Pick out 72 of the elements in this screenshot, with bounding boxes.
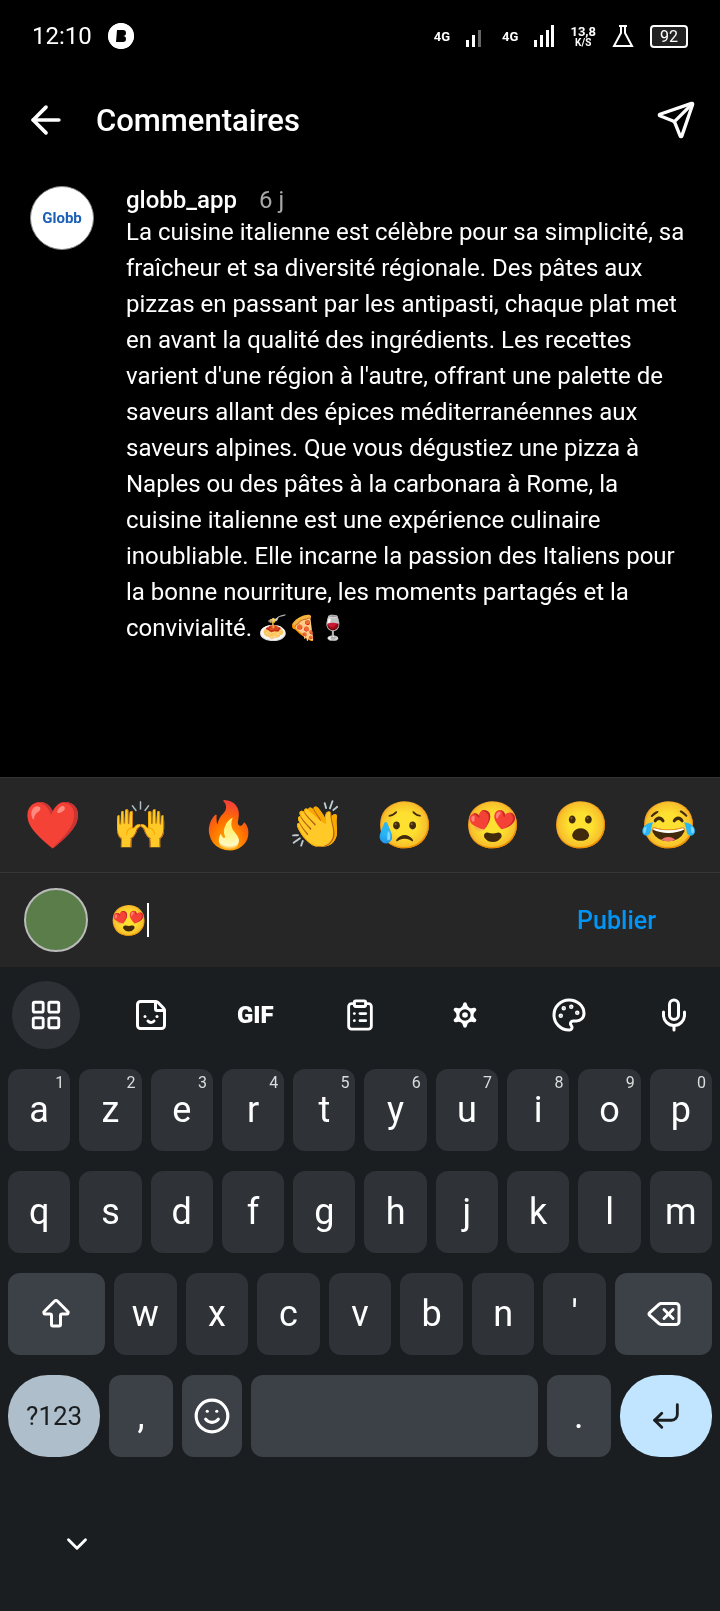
keyboard-key[interactable]: q bbox=[8, 1171, 71, 1253]
emoji-button[interactable]: 👏 bbox=[287, 798, 345, 852]
keyboard-key[interactable]: c bbox=[257, 1273, 320, 1355]
keyboard-key[interactable]: t 5 bbox=[293, 1069, 356, 1151]
smiley-icon bbox=[193, 1397, 232, 1435]
keyboard-key[interactable]: e 3 bbox=[150, 1069, 213, 1151]
network-type: 4G bbox=[502, 29, 519, 43]
keyboard-key[interactable]: x bbox=[185, 1273, 249, 1355]
keyboard-key[interactable]: y 6 bbox=[364, 1069, 427, 1151]
key-hint: 5 bbox=[340, 1073, 350, 1092]
emoji-button[interactable]: 😮 bbox=[551, 798, 609, 852]
apps-grid-icon bbox=[29, 998, 63, 1032]
keyboard-key[interactable]: j bbox=[435, 1171, 499, 1253]
keyboard-key[interactable]: h bbox=[364, 1171, 427, 1253]
gif-button[interactable]: GIF bbox=[221, 981, 290, 1049]
keyboard-key[interactable]: o 9 bbox=[578, 1069, 641, 1151]
keyboard-key[interactable]: r 4 bbox=[221, 1069, 285, 1151]
comment-input-field[interactable]: 😍 bbox=[110, 902, 556, 938]
keyboard-key[interactable]: a 1 bbox=[8, 1069, 71, 1151]
emoji-button[interactable]: 😥 bbox=[375, 798, 433, 852]
keyboard-key[interactable]: , bbox=[109, 1375, 173, 1457]
keyboard-key[interactable]: f bbox=[221, 1171, 285, 1253]
keyboard-key[interactable]: m bbox=[649, 1171, 712, 1253]
page-title: Commentaires bbox=[96, 101, 301, 139]
key-hint: 0 bbox=[696, 1073, 706, 1092]
keyboard-key[interactable]: v bbox=[328, 1273, 392, 1355]
speed-unit: K/S bbox=[575, 37, 592, 48]
publish-button[interactable]: Publier bbox=[577, 905, 696, 935]
keyboard-key[interactable]: s bbox=[79, 1171, 142, 1253]
keyboard-key[interactable]: k bbox=[507, 1171, 570, 1253]
keyboard-key[interactable]: w bbox=[114, 1273, 177, 1355]
keyboard-key[interactable]: l bbox=[578, 1171, 641, 1253]
emoji-button[interactable]: ❤ bbox=[23, 798, 81, 852]
palette-icon bbox=[551, 997, 588, 1033]
emoji-key[interactable] bbox=[182, 1375, 243, 1457]
emoji-button[interactable]: 😍 bbox=[463, 798, 521, 852]
key-hint: 6 bbox=[411, 1073, 421, 1092]
keyboard-key[interactable]: u 7 bbox=[435, 1069, 499, 1151]
key-hint: 9 bbox=[625, 1073, 635, 1092]
key-hint: 3 bbox=[197, 1073, 207, 1092]
key-hint: 4 bbox=[269, 1073, 279, 1092]
key-hint: 8 bbox=[554, 1073, 564, 1092]
battery-level: 92 bbox=[650, 24, 688, 48]
key-hint: 7 bbox=[483, 1073, 493, 1092]
signal-icon bbox=[534, 25, 555, 47]
keyboard-key[interactable]: n bbox=[471, 1273, 535, 1355]
status-time: 12:10 bbox=[32, 22, 92, 50]
profile-avatar[interactable]: Globb bbox=[30, 186, 94, 250]
comment-age: 6 j bbox=[259, 186, 285, 214]
key-hint: 2 bbox=[126, 1073, 136, 1092]
keyboard-key[interactable]: ' bbox=[543, 1273, 607, 1355]
share-button[interactable] bbox=[656, 100, 696, 140]
network-speed: 13,8 bbox=[570, 24, 596, 38]
keyboard-key[interactable]: b bbox=[400, 1273, 463, 1355]
shift-key[interactable] bbox=[8, 1273, 105, 1355]
keyboard-key[interactable]: p 0 bbox=[649, 1069, 712, 1151]
emoji-button[interactable]: 😂 bbox=[639, 798, 697, 852]
keyboard-key[interactable]: g bbox=[293, 1171, 356, 1253]
emoji-button[interactable]: 🔥 bbox=[199, 798, 257, 852]
keyboard-key[interactable]: i 8 bbox=[507, 1069, 570, 1151]
keyboard-key[interactable]: z 2 bbox=[79, 1069, 142, 1151]
keyboard-key[interactable]: . bbox=[547, 1375, 611, 1457]
comment-author[interactable]: globb_app bbox=[126, 186, 237, 214]
emoji-button[interactable]: 🙌 bbox=[111, 798, 169, 852]
app-notification-icon bbox=[107, 23, 134, 49]
key-hint: 1 bbox=[55, 1073, 65, 1092]
network-type: 4G bbox=[433, 29, 451, 43]
comment-text: La cuisine italienne est célèbre pour sa simplicité, sa fraîcheur et sa diversité régionale. Des pâtes aux pizzas en passant par les antipasti, chaque plat met en avant la qualité des ingrédients. Les recettes varient d'une région à l'autre, offrant une palette de saveurs allant des épices méditerranéennes aux saveurs alpines. Que vous dégustiez une pizza à Naples ou des pâtes à la carbonara à Rome, la cuisine italienne est une expérience culinaire inoubliable. Elle incarne la passion des Italiens pour la bonne nourriture, les moments partagés et la convivialité. 🍝🍕🍷 bbox=[126, 217, 686, 644]
symbols-key[interactable]: ?123 bbox=[8, 1375, 101, 1457]
keyboard-key[interactable]: d bbox=[150, 1171, 213, 1253]
flask-icon bbox=[612, 24, 634, 48]
backspace-key[interactable] bbox=[615, 1273, 712, 1355]
